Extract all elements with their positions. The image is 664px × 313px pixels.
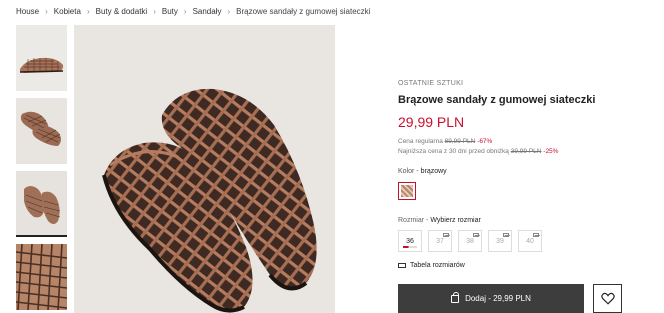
breadcrumb-kobieta[interactable]: Kobieta [54,7,81,16]
lowest-price-label: Najniższa cena z 30 dni przed obniżką [398,148,509,155]
color-value: brązowy [420,168,447,175]
color-separator: - [416,168,419,175]
lowest-discount: -25% [543,148,559,155]
color-label-row: Kolor - brązowy [398,168,447,175]
add-to-cart-label: Dodaj - 29,99 PLN [465,294,531,303]
color-swatch-brown[interactable] [398,182,416,200]
size-option-39[interactable]: 39 [488,230,512,252]
breadcrumb-buty[interactable]: Buty [162,7,178,16]
shoe-detail-image [16,244,67,310]
thumbnail-gallery [16,25,67,313]
shoe-side-image [16,25,67,91]
chevron-right-icon: › [227,6,231,16]
size-table-label: Tabela rozmiarów [410,262,465,269]
chevron-right-icon: › [183,6,187,16]
size-option-38[interactable]: 38 [458,230,482,252]
regular-price: 89,99 PLN [444,138,476,145]
chevron-right-icon: › [153,6,156,16]
breadcrumb-current: Brązowe sandały z gumowej siateczki [236,6,371,16]
size-options: 36 37 38 39 40 [398,230,542,252]
mail-icon [443,233,449,237]
wishlist-button[interactable] [593,284,622,313]
size-option-37[interactable]: 37 [428,230,452,252]
lowest-price-line: Najniższa cena z 30 dni przed obniżką 39… [398,148,648,155]
product-title: Brązowe sandały z gumowej siateczki [398,94,596,106]
bag-icon [451,291,460,303]
shoe-top-image [16,171,67,237]
size-prompt: Wybierz rozmiar [430,217,481,224]
size-label: Rozmiar [398,217,425,224]
main-product-image[interactable] [74,25,335,313]
thumbnail-4[interactable] [16,244,67,310]
ruler-icon [398,263,406,268]
heart-icon [600,292,615,305]
breadcrumb: House › Kobieta › Buty & dodatki › Buty … [16,4,370,18]
mail-icon [533,233,539,237]
product-info: OSTATNIE SZTUKI Brązowe sandały z gumowe… [398,80,648,155]
size-separator: - [426,217,429,224]
product-price: 29,99 PLN [398,114,465,130]
size-option-40[interactable]: 40 [518,230,542,252]
stock-badge: OSTATNIE SZTUKI [398,80,464,87]
regular-price-line: Cena regularna 89,99 PLN -67% [398,138,648,145]
size-table-link[interactable]: Tabela rozmiarów [398,262,465,269]
thumbnail-3[interactable] [16,171,67,237]
add-to-cart-button[interactable]: Dodaj - 29,99 PLN [398,284,584,313]
size-option-36[interactable]: 36 [398,230,422,252]
size-label-row: Rozmiar - Wybierz rozmiar [398,217,481,224]
lowest-price: 39,99 PLN [510,148,542,155]
sandals-photo [74,25,335,313]
mail-icon [473,233,479,237]
breadcrumb-buty-dodatki[interactable]: Buty & dodatki [96,7,148,16]
chevron-right-icon: › [45,6,48,16]
breadcrumb-house[interactable]: House [16,7,39,16]
chevron-right-icon: › [86,6,90,16]
breadcrumb-sandaly[interactable]: Sandały [193,7,222,16]
mail-icon [503,233,509,237]
regular-discount: -67% [477,138,493,145]
shoe-pair-image [16,98,67,164]
color-label: Kolor [398,168,415,175]
thumbnail-1[interactable] [16,25,67,91]
regular-price-label: Cena regularna [398,138,443,145]
low-stock-bar [403,246,417,248]
thumbnail-2[interactable] [16,98,67,164]
